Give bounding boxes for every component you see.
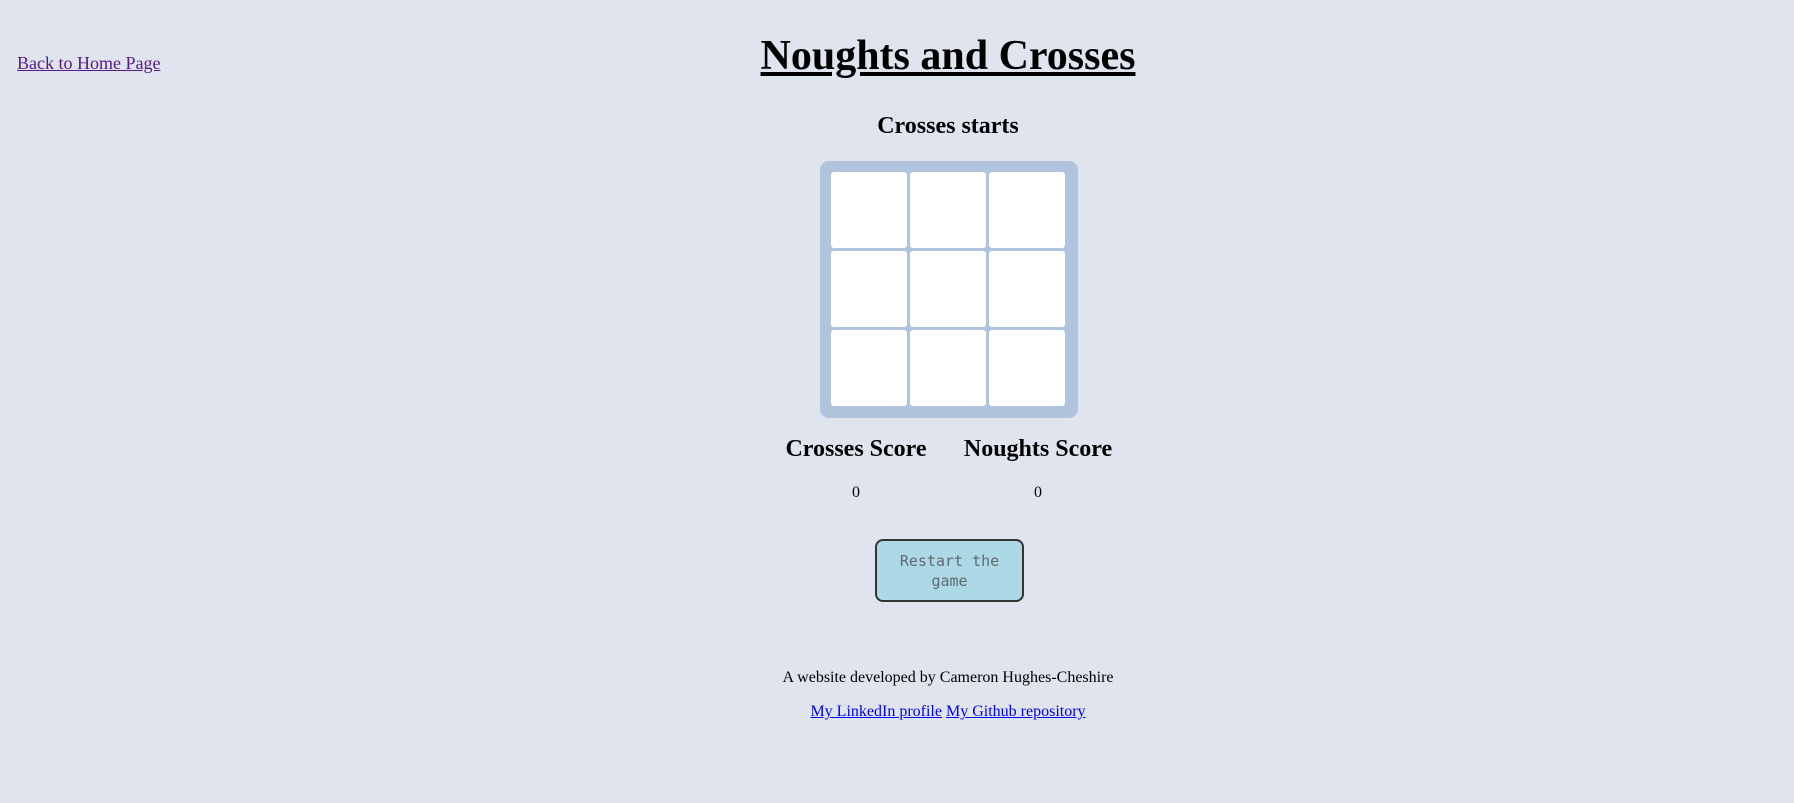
footer-links: My LinkedIn profile My Github repository — [0, 703, 1794, 721]
board-cell-4[interactable] — [831, 251, 907, 327]
board-cell-1[interactable] — [831, 172, 907, 248]
board-cell-5[interactable] — [910, 251, 986, 327]
board-cell-6[interactable] — [989, 251, 1065, 327]
board-cell-7[interactable] — [831, 330, 907, 406]
game-board — [820, 161, 1078, 418]
github-link[interactable]: My Github repository — [946, 703, 1086, 720]
crosses-score-value: 0 — [852, 484, 860, 501]
board-cell-2[interactable] — [910, 172, 986, 248]
game-status: Crosses starts — [877, 113, 1019, 139]
noughts-score-label: Noughts Score — [963, 436, 1113, 462]
noughts-score-value: 0 — [1034, 484, 1042, 501]
page-title: Noughts and Crosses — [760, 33, 1136, 79]
restart-button[interactable]: Restart the game — [875, 539, 1024, 602]
linkedin-link[interactable]: My LinkedIn profile — [810, 703, 942, 720]
board-cell-8[interactable] — [910, 330, 986, 406]
board-cell-9[interactable] — [989, 330, 1065, 406]
board-cell-3[interactable] — [989, 172, 1065, 248]
footer-credit: A website developed by Cameron Hughes-Ch… — [782, 669, 1114, 686]
crosses-score-label: Crosses Score — [785, 436, 927, 462]
